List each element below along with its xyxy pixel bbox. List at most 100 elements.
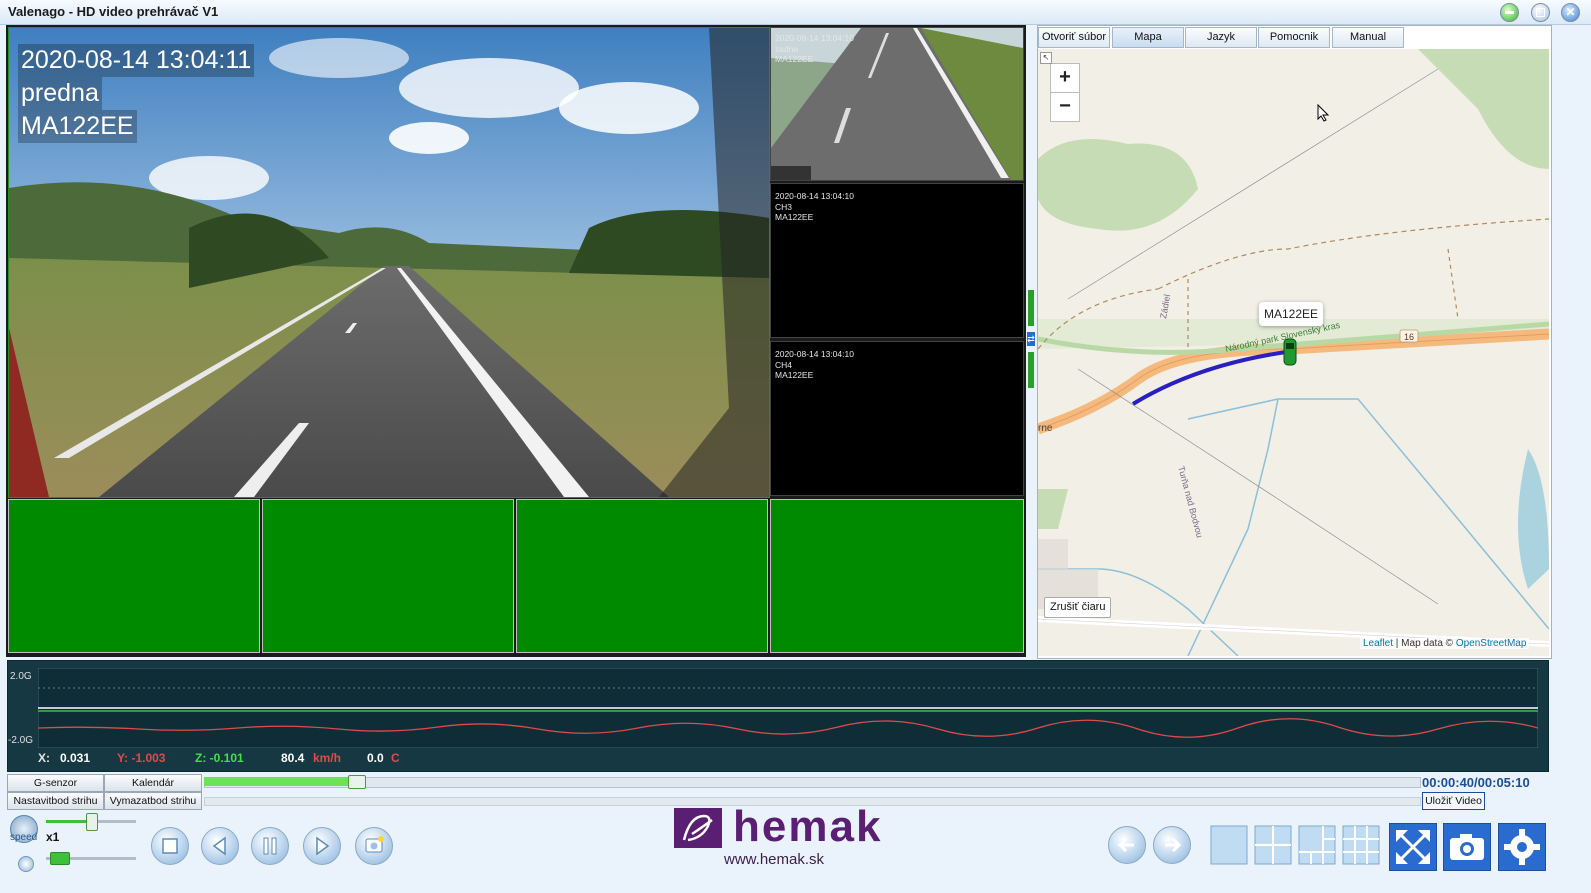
- layout-6-button[interactable]: [1298, 825, 1336, 865]
- nine-view-icon: [1342, 825, 1380, 865]
- brand-url[interactable]: www.hemak.sk: [724, 851, 824, 868]
- volume-slider-handle[interactable]: [50, 852, 70, 865]
- tab-language[interactable]: Jazyk: [1185, 27, 1257, 48]
- playback-progress: [204, 777, 362, 786]
- timecode: 00:00:40/00:05:10: [1422, 775, 1530, 790]
- gsensor-x-value: 0.031: [60, 751, 91, 765]
- map-canvas[interactable]: 16 Národný park Slovenský kras Zádiel Tu…: [1038, 49, 1549, 656]
- panel-splitter[interactable]: ⇄: [1027, 290, 1035, 390]
- layout-1-button[interactable]: [1210, 825, 1248, 865]
- temp-value: 0.0: [367, 751, 384, 765]
- speed-slider-fill: [46, 820, 90, 823]
- previous-file-button[interactable]: [1108, 826, 1146, 864]
- fullscreen-button[interactable]: [1389, 823, 1437, 871]
- vehicle-marker[interactable]: [1283, 338, 1297, 366]
- next-frame-button[interactable]: [303, 827, 341, 865]
- speed-unit: km/h: [313, 751, 342, 765]
- osd-channel: predna: [18, 77, 102, 110]
- speed-value: 80.4: [281, 751, 305, 765]
- speed-value-text: x1: [46, 830, 60, 844]
- osd-channel: zadna: [775, 43, 799, 54]
- pause-icon: [263, 837, 277, 855]
- map-tiles: 16 Národný park Slovenský kras Zádiel Tu…: [1038, 49, 1549, 656]
- osm-link[interactable]: OpenStreetMap: [1456, 638, 1527, 649]
- tab-open-file[interactable]: Otvoriť súbor: [1038, 27, 1110, 48]
- layout-9-button[interactable]: [1342, 825, 1380, 865]
- camera-view-empty-3[interactable]: [516, 499, 768, 653]
- osd-timestamp: 2020-08-14 13:04:10: [775, 191, 854, 201]
- osd-plate: MA122EE: [775, 212, 814, 222]
- camera-view-empty-1[interactable]: [8, 499, 260, 653]
- stop-button[interactable]: [151, 827, 189, 865]
- playback-timeline[interactable]: [204, 777, 1421, 788]
- clear-line-button[interactable]: Zrušiť čiaru: [1044, 597, 1112, 618]
- single-view-icon: [1210, 825, 1248, 865]
- photo-icon: [365, 836, 384, 853]
- save-video-button[interactable]: Uložiť Video: [1422, 792, 1485, 810]
- fullscreen-map-icon[interactable]: ↖: [1040, 52, 1052, 64]
- osd-timestamp: 2020-08-14 13:04:10: [775, 33, 854, 43]
- volume-icon[interactable]: [18, 856, 34, 872]
- map-attribution: Leaflet | Map data © OpenStreetMap: [1360, 638, 1530, 649]
- zoom-out-button[interactable]: −: [1050, 92, 1080, 122]
- tab-helper[interactable]: Pomocnik: [1258, 27, 1330, 48]
- fullscreen-icon: [1396, 830, 1430, 864]
- zoom-in-button[interactable]: +: [1050, 63, 1080, 93]
- leaflet-link[interactable]: Leaflet: [1363, 638, 1393, 649]
- timeline-handle[interactable]: [348, 775, 366, 789]
- previous-frame-button[interactable]: [201, 827, 239, 865]
- osd-channel: CH3: [775, 201, 793, 212]
- arrow-right-icon: [1165, 837, 1182, 853]
- rear-osd: 2020-08-14 13:04:10 zadna MA122EE: [775, 33, 854, 65]
- osd-plate: MA122EE: [775, 54, 814, 64]
- swap-icon: ⇄: [1027, 332, 1035, 346]
- osd-timestamp: 2020-08-14 13:04:11: [18, 44, 255, 77]
- next-file-button[interactable]: [1153, 826, 1191, 864]
- speed-label: speed: [10, 832, 38, 843]
- snapshot-button[interactable]: [355, 827, 393, 865]
- gsensor-scale-bottom: -2.0G: [8, 735, 34, 746]
- temp-unit: C: [391, 751, 400, 765]
- layout-4-button[interactable]: [1254, 825, 1292, 865]
- six-view-icon: [1298, 825, 1336, 865]
- delete-cut-point-button[interactable]: Vymazatbod strihu: [104, 792, 202, 810]
- camera-icon: [1450, 834, 1484, 860]
- gsensor-y-value: Y: -1.003: [117, 751, 166, 765]
- road-number-label: 16: [1404, 332, 1414, 342]
- minimize-button[interactable]: [1500, 3, 1519, 22]
- tab-map[interactable]: Mapa: [1112, 27, 1184, 48]
- ch4-osd: 2020-08-14 13:04:10 CH4 MA122EE: [775, 349, 854, 381]
- gsensor-button[interactable]: G-senzor: [7, 774, 104, 792]
- camera-view-empty-4[interactable]: [770, 499, 1024, 653]
- osd-plate: MA122EE: [18, 110, 137, 143]
- camera-capture-button[interactable]: [1443, 823, 1491, 871]
- step-back-icon: [212, 836, 226, 856]
- set-cut-point-button[interactable]: Nastavitbod strihu: [7, 792, 104, 810]
- ch3-osd: 2020-08-14 13:04:10 CH3 MA122EE: [775, 191, 854, 223]
- quad-view-icon: [1254, 825, 1292, 865]
- calendar-button[interactable]: Kalendár: [104, 774, 202, 792]
- main-video-osd: 2020-08-14 13:04:11 predna MA122EE: [18, 44, 255, 143]
- gsensor-chart: [38, 668, 1538, 748]
- marker-tooltip: MA122EE: [1259, 302, 1323, 326]
- brand-logo-text: hemak: [733, 802, 883, 851]
- pause-button[interactable]: [251, 827, 289, 865]
- step-forward-icon: [316, 836, 330, 856]
- gsensor-scale-top: 2.0G: [10, 671, 32, 682]
- stop-icon: [162, 838, 178, 854]
- osd-timestamp: 2020-08-14 13:04:10: [775, 349, 854, 359]
- speed-slider-handle[interactable]: [86, 813, 98, 831]
- gsensor-x-label: X:: [38, 751, 50, 765]
- close-button[interactable]: ✕: [1561, 3, 1580, 22]
- title-bar: [0, 0, 1591, 25]
- hemak-logo-icon: [674, 808, 722, 848]
- tab-manual[interactable]: Manual: [1332, 27, 1404, 48]
- mouse-cursor-icon: [1317, 103, 1330, 127]
- settings-button[interactable]: [1498, 823, 1546, 871]
- gear-icon: [1504, 829, 1540, 865]
- edge-label: rne: [1038, 423, 1053, 434]
- camera-view-empty-2[interactable]: [262, 499, 514, 653]
- maximize-button[interactable]: [1531, 3, 1550, 22]
- osd-channel: CH4: [775, 359, 793, 370]
- attribution-separator: | Map data ©: [1393, 638, 1456, 649]
